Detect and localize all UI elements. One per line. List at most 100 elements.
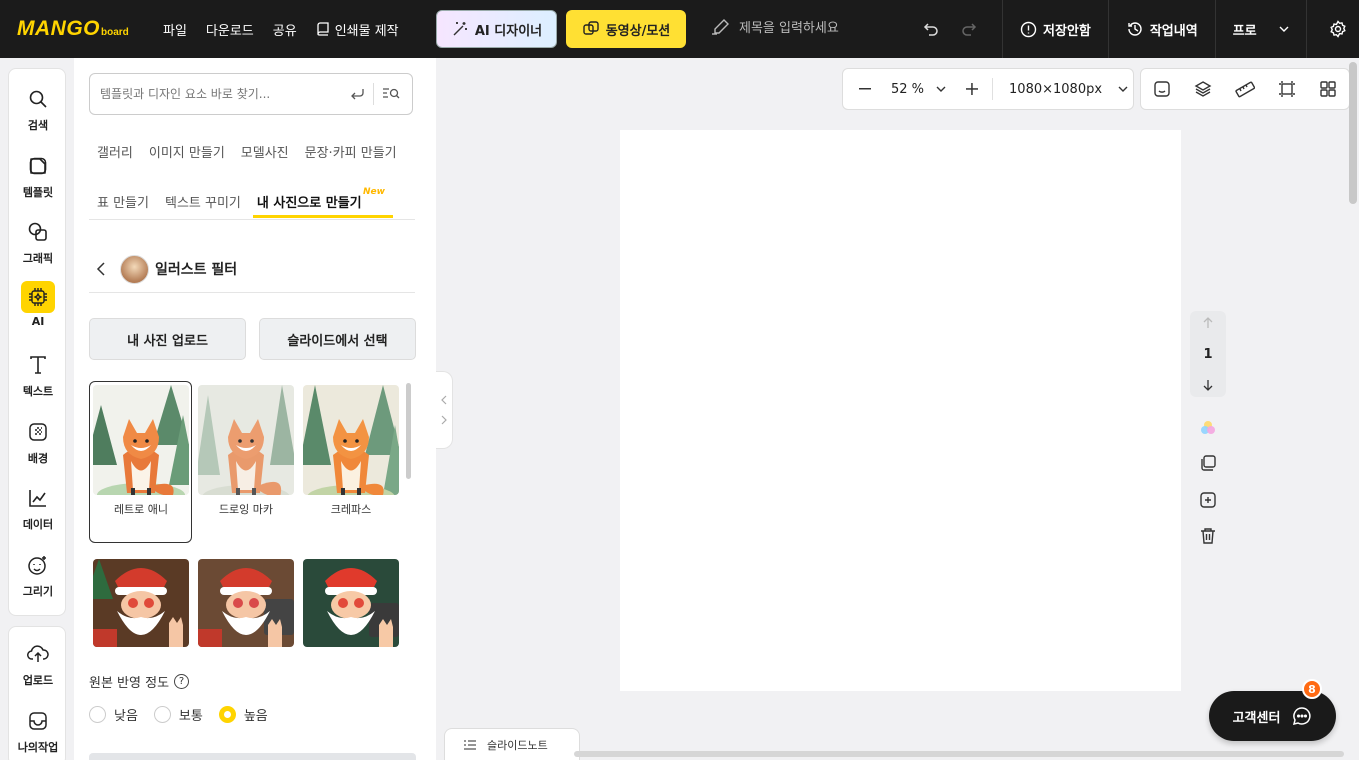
tab-copywriting[interactable]: 문장·카피 만들기 — [297, 142, 405, 161]
menu-print-label: 인쇄물 제작 — [334, 23, 399, 39]
tab-gallery[interactable]: 갤러리 — [89, 142, 141, 161]
radio-high[interactable]: 높음 — [218, 705, 268, 724]
vertical-scrollbar[interactable] — [1349, 62, 1357, 204]
menu-print[interactable]: 인쇄물 제작 — [316, 20, 399, 39]
sidebar-item-data[interactable]: 데이터 — [9, 482, 67, 532]
chevron-down-icon[interactable] — [936, 86, 946, 92]
select-from-slide-button[interactable]: 슬라이드에서 선택 — [259, 318, 416, 360]
history-label: 작업내역 — [1149, 23, 1198, 39]
history-button[interactable]: 작업내역 — [1109, 20, 1215, 39]
my-work-icon — [21, 705, 55, 737]
menu-share[interactable]: 공유 — [273, 20, 297, 39]
tab-table-create[interactable]: 표 만들기 — [89, 192, 157, 211]
reflect-label-text: 원본 반영 정도 — [89, 676, 170, 691]
upload-photo-button[interactable]: 내 사진 업로드 — [89, 318, 246, 360]
filter-search-icon[interactable] — [382, 87, 400, 101]
sidebar-item-template[interactable]: 템플릿 — [9, 150, 67, 200]
help-icon[interactable]: ? — [174, 674, 190, 689]
title-input[interactable]: 제목을 입력하세요 — [710, 17, 839, 36]
mangoboard-logo[interactable]: MANGO board — [17, 17, 135, 41]
fit-frame-icon[interactable] — [1278, 80, 1296, 98]
radio-medium[interactable]: 보통 — [153, 705, 203, 724]
redo-button[interactable] — [950, 20, 990, 38]
canvas-size[interactable]: 1080×1080px — [1009, 82, 1102, 97]
zoom-in-icon[interactable] — [966, 83, 979, 95]
arrow-down-icon[interactable] — [1203, 379, 1213, 391]
gear-icon — [1329, 20, 1346, 38]
back-chevron-icon[interactable] — [96, 261, 106, 277]
filter-thumb-santa-3[interactable] — [303, 559, 399, 647]
search-divider — [373, 83, 374, 105]
search-input[interactable] — [90, 87, 349, 101]
radio-label: 낮음 — [114, 709, 138, 724]
filter-thumb-drawing-marker[interactable]: 드로잉 마카 — [198, 385, 294, 517]
sidebar-item-upload[interactable]: 업로드 — [9, 638, 67, 688]
ai-designer-button[interactable]: AI 디자이너 — [436, 10, 557, 48]
background-icon — [21, 416, 55, 448]
delete-page-button[interactable] — [1198, 526, 1218, 546]
horizontal-scrollbar[interactable] — [574, 751, 1344, 757]
undo-icon — [923, 23, 938, 36]
radio-low[interactable]: 낮음 — [89, 705, 138, 724]
zoom-level[interactable]: 52 % — [891, 82, 924, 97]
arrow-up-icon[interactable] — [1203, 317, 1213, 329]
color-circles-icon — [1201, 421, 1215, 434]
tab-my-photo[interactable]: 내 사진으로 만들기 — [249, 192, 370, 211]
main-menu: 파일 다운로드 공유 인쇄물 제작 — [163, 20, 418, 39]
sidebar-item-ai[interactable]: AI — [9, 281, 67, 328]
ai-designer-label: AI 디자이너 — [474, 23, 543, 39]
warning-circle-icon — [1020, 21, 1037, 37]
template-icon — [21, 150, 55, 182]
tab-image-create[interactable]: 이미지 만들기 — [141, 142, 233, 161]
sidebar-item-draw[interactable]: 그리기 — [9, 549, 67, 599]
color-palette-button[interactable] — [1198, 418, 1218, 438]
panel-bottom-action[interactable] — [89, 753, 416, 760]
chevron-right-icon — [441, 415, 447, 425]
filter-thumb-crayon[interactable]: 크레파스 — [303, 385, 399, 517]
sidebar-item-label: 데이터 — [22, 518, 54, 531]
settings-button[interactable] — [1307, 20, 1359, 38]
sidebar-item-background[interactable]: 배경 — [9, 416, 67, 466]
add-page-icon — [1200, 492, 1216, 508]
ruler-icon[interactable] — [1235, 80, 1255, 98]
sticker-icon[interactable] — [1153, 80, 1171, 98]
top-right-toolbar: 저장안함 작업내역 프로 — [910, 0, 1359, 58]
filter-header: 일러스트 필터 — [89, 246, 415, 293]
sidebar-item-label: 업로드 — [22, 674, 54, 687]
sidebar-item-label: 템플릿 — [22, 186, 54, 199]
grid-icon[interactable] — [1319, 80, 1337, 98]
page-number: 1 — [1203, 346, 1213, 362]
save-status-button[interactable]: 저장안함 — [1003, 20, 1108, 39]
undo-button[interactable] — [910, 20, 950, 38]
filter-thumb-retro-anime[interactable]: 레트로 애니 — [93, 385, 189, 517]
enter-icon[interactable] — [349, 87, 365, 101]
plan-dropdown[interactable]: 프로 — [1216, 20, 1306, 39]
redo-icon — [962, 23, 977, 36]
slide-note-tab[interactable]: 슬라이드노트 — [444, 728, 580, 760]
layers-icon[interactable] — [1194, 80, 1212, 98]
sidebar-item-graphic[interactable]: 그래픽 — [9, 216, 67, 266]
sidebar-item-my-work[interactable]: 나의작업 — [9, 705, 67, 755]
menu-download[interactable]: 다운로드 — [206, 20, 254, 39]
sidebar-item-search[interactable]: 검색 — [9, 83, 67, 133]
menu-file[interactable]: 파일 — [163, 20, 187, 39]
panel-collapse-handle[interactable] — [436, 371, 453, 449]
chevron-down-icon[interactable] — [1118, 86, 1128, 92]
tab-divider — [89, 219, 415, 220]
filter-title: 일러스트 필터 — [155, 262, 238, 278]
radio-circle — [153, 706, 171, 723]
duplicate-page-button[interactable] — [1198, 453, 1218, 473]
fox-marker-image — [198, 385, 294, 495]
design-canvas[interactable] — [620, 130, 1181, 691]
zoom-out-icon[interactable] — [859, 88, 871, 90]
add-page-button[interactable] — [1198, 490, 1218, 510]
sidebar-item-text[interactable]: 텍스트 — [9, 349, 67, 399]
template-search — [89, 73, 413, 115]
customer-center-button[interactable]: 고객센터 — [1209, 691, 1336, 741]
video-motion-button[interactable]: 동영상/모션 — [566, 10, 686, 48]
thumb-scrollbar[interactable] — [406, 383, 411, 479]
tab-model-photo[interactable]: 모델사진 — [233, 142, 297, 161]
filter-thumb-santa-2[interactable] — [198, 559, 294, 647]
tab-text-decorate[interactable]: 텍스트 꾸미기 — [157, 192, 249, 211]
filter-thumb-santa-1[interactable] — [93, 559, 189, 647]
